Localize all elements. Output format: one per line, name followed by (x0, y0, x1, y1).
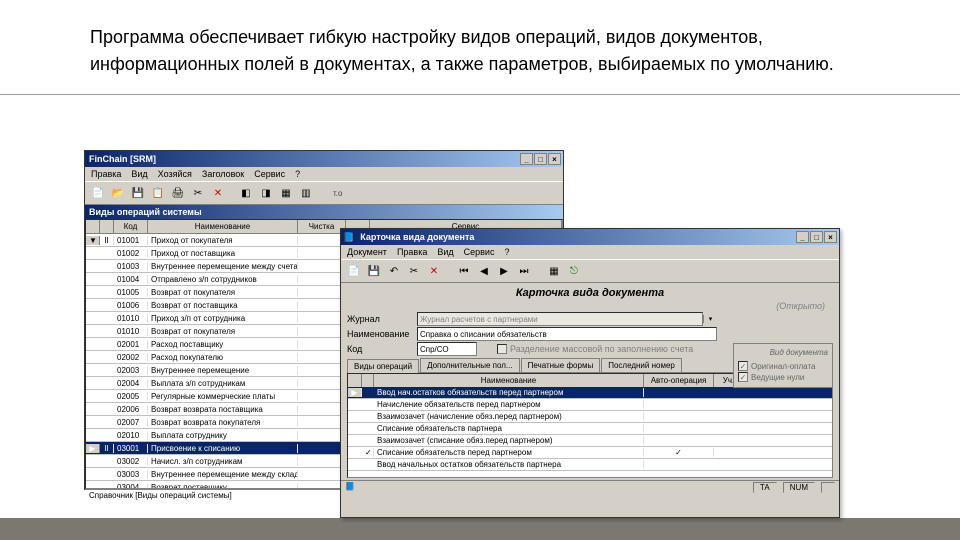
tab-fields[interactable]: Дополнительные пол... (420, 358, 520, 372)
tool-icon[interactable]: ▦ (545, 262, 563, 280)
description-text: Программа обеспечивает гибкую настройку … (0, 0, 960, 88)
prev-icon[interactable]: ◀ (475, 262, 493, 280)
code-label: Код (347, 344, 417, 354)
tab-last-number[interactable]: Последний номер (601, 358, 682, 372)
minimize-button[interactable]: _ (796, 231, 809, 243)
journal-field[interactable]: Журнал расчетов с партнерами (417, 312, 703, 326)
delete-icon[interactable]: ✕ (425, 262, 443, 280)
tool-icon[interactable]: ▦ (277, 184, 295, 202)
close-button[interactable]: × (824, 231, 837, 243)
page-footer (0, 518, 960, 540)
dropdown-icon[interactable]: ▾ (703, 315, 717, 323)
doc-type-panel: Вид документа ✓Оригинал-оплата ✓Ведущие … (733, 343, 833, 388)
operations-subgrid[interactable]: Наименование Авто-операция Уч. ▶Ввод нач… (347, 373, 833, 478)
checkbox-zeros[interactable]: ✓Ведущие нули (738, 372, 828, 382)
tab-print-forms[interactable]: Печатные формы (521, 358, 601, 372)
win1-toolbar: 📄 📂 💾 📋 🖨 ✂ ✕ ◧ ◨ ▦ ▥ т.о (85, 181, 563, 205)
win2-titlebar[interactable]: 📘 Карточка вида документа _ □ × (341, 229, 839, 245)
save-icon[interactable]: 💾 (365, 262, 383, 280)
split-checkbox[interactable]: Разделение массовой по заполнению счета (497, 344, 693, 355)
code-field[interactable]: Спр/СО (417, 342, 477, 356)
close-button[interactable]: × (548, 153, 561, 165)
last-icon[interactable]: ⏭ (515, 262, 533, 280)
form-title: Карточка вида документа (347, 285, 833, 301)
menu-item[interactable]: Правка (91, 169, 121, 179)
cut-icon[interactable]: ✂ (189, 184, 207, 202)
maximize-button[interactable]: □ (810, 231, 823, 243)
maximize-button[interactable]: □ (534, 153, 547, 165)
win2-toolbar: 📄 💾 ↶ ✂ ✕ ⏮ ◀ ▶ ⏭ ▦ ⎋ (341, 259, 839, 283)
table-row[interactable]: ▶Ввод нач.остатков обязательств перед па… (348, 387, 832, 399)
cut-icon[interactable]: ✂ (405, 262, 423, 280)
menu-item[interactable]: Заголовок (202, 169, 244, 179)
menu-item[interactable]: Правка (397, 247, 427, 257)
tab-operations[interactable]: Виды операций (347, 359, 419, 373)
table-row[interactable]: Списание обязательств партнера (348, 423, 832, 435)
menu-item[interactable]: Сервис (254, 169, 285, 179)
win1-titlebar[interactable]: FinChain [SRM] _ □ × (85, 151, 563, 167)
checkbox-original[interactable]: ✓Оригинал-оплата (738, 361, 828, 371)
new-icon[interactable]: 📄 (89, 184, 107, 202)
win2-statusbar: 📘 ТА NUM (341, 480, 839, 494)
minimize-button[interactable]: _ (520, 153, 533, 165)
win1-title: FinChain [SRM] (87, 154, 520, 164)
win1-menubar: Правка Вид Хозяйся Заголовок Сервис ? (85, 167, 563, 181)
table-row[interactable]: Взаимозачет (списание обяз.перед партнер… (348, 435, 832, 447)
menu-item[interactable]: Вид (437, 247, 453, 257)
tool-icon[interactable]: ◨ (257, 184, 275, 202)
next-icon[interactable]: ▶ (495, 262, 513, 280)
name-label: Наименование (347, 329, 417, 339)
tool-icon[interactable]: ◧ (237, 184, 255, 202)
grid-title: Виды операций системы (85, 205, 563, 219)
menu-item[interactable]: Сервис (464, 247, 495, 257)
copy-icon[interactable]: 📋 (149, 184, 167, 202)
table-row[interactable]: Взаимозачет (начисление обяз.перед партн… (348, 411, 832, 423)
tool-icon[interactable]: ▥ (297, 184, 315, 202)
menu-item[interactable]: Документ (347, 247, 387, 257)
exit-icon[interactable]: ⎋ (565, 262, 583, 280)
toolbar-label: т.о (333, 189, 342, 198)
table-row[interactable]: ✓Списание обязательств перед партнером✓ (348, 447, 832, 459)
menu-item[interactable]: ? (295, 169, 300, 179)
first-icon[interactable]: ⏮ (455, 262, 473, 280)
name-field[interactable]: Справка о списании обязательств (417, 327, 717, 341)
card-window: 📘 Карточка вида документа _ □ × Документ… (340, 228, 840, 518)
open-icon[interactable]: 📂 (109, 184, 127, 202)
win2-title: Карточка вида документа (358, 232, 796, 242)
table-row[interactable]: Ввод начальных остатков обязательств пар… (348, 459, 832, 471)
win2-menubar: Документ Правка Вид Сервис ? (341, 245, 839, 259)
menu-item[interactable]: Вид (131, 169, 147, 179)
delete-icon[interactable]: ✕ (209, 184, 227, 202)
journal-label: Журнал (347, 314, 417, 324)
print-icon[interactable]: 🖨 (169, 184, 187, 202)
open-state-label: (Открыто) (347, 301, 833, 311)
undo-icon[interactable]: ↶ (385, 262, 403, 280)
new-icon[interactable]: 📄 (345, 262, 363, 280)
menu-item[interactable]: Хозяйся (158, 169, 192, 179)
table-row[interactable]: Начисление обязательств перед партнером (348, 399, 832, 411)
divider (0, 94, 960, 95)
menu-item[interactable]: ? (504, 247, 509, 257)
save-icon[interactable]: 💾 (129, 184, 147, 202)
